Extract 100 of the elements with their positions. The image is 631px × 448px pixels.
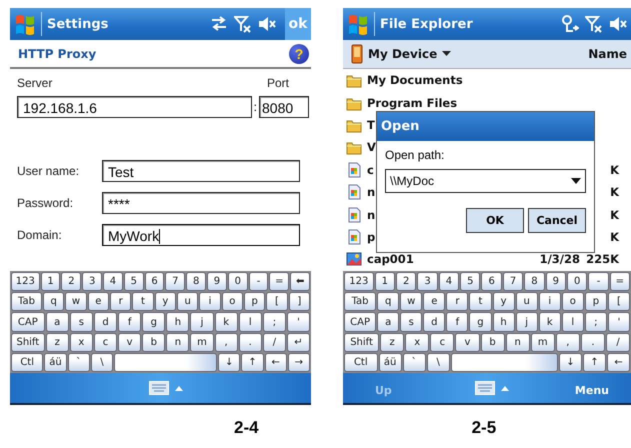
keyboard-key[interactable]: ;: [262, 312, 286, 332]
keyboard-key[interactable]: `: [68, 352, 90, 372]
keyboard-key[interactable]: q: [377, 292, 400, 312]
keyboard-key[interactable]: áü: [378, 352, 402, 372]
keyboard-key[interactable]: x: [405, 332, 430, 352]
caret-up-icon[interactable]: [174, 384, 182, 392]
keyboard-key[interactable]: a: [377, 312, 400, 332]
keyboard-icon[interactable]: [475, 381, 495, 395]
keyboard-key[interactable]: o: [562, 292, 584, 312]
keyboard-key[interactable]: g: [469, 312, 492, 332]
location-dropdown[interactable]: My Device: [368, 47, 438, 61]
keyboard-key[interactable]: p: [244, 292, 266, 312]
keyboard-key[interactable]: -: [588, 272, 609, 292]
no-signal-icon[interactable]: [585, 15, 603, 33]
keyboard-key[interactable]: Shift: [11, 332, 45, 352]
port-field[interactable]: 8080: [259, 96, 309, 118]
keyboard-key[interactable]: f: [446, 312, 468, 332]
keyboard-key[interactable]: 9: [207, 272, 227, 292]
file-name[interactable]: Program Files: [367, 96, 631, 110]
keyboard-key[interactable]: Ctl: [11, 352, 44, 372]
muted-speaker-icon[interactable]: [609, 15, 627, 33]
keyboard-key[interactable]: d: [423, 312, 446, 332]
keyboard-key[interactable]: 5: [124, 272, 144, 292]
keyboard-key[interactable]: c: [430, 332, 454, 352]
keyboard-key[interactable]: s: [70, 312, 93, 332]
keyboard-key[interactable]: ': [286, 312, 310, 332]
keyboard-key[interactable]: v: [455, 332, 480, 352]
keyboard-key[interactable]: ': [608, 312, 630, 332]
keyboard-key[interactable]: ↑: [582, 352, 606, 372]
keyboard-key[interactable]: u: [176, 292, 198, 312]
keyboard-key[interactable]: 5: [460, 272, 480, 292]
keyboard-key[interactable]: ↑: [241, 352, 264, 372]
keyboard-key[interactable]: 4: [103, 272, 123, 292]
keyboard-key[interactable]: ;: [584, 312, 607, 332]
help-button[interactable]: ?: [289, 44, 309, 64]
keyboard-key[interactable]: 0: [228, 272, 248, 292]
keyboard-key[interactable]: 1: [374, 272, 395, 292]
keyboard-key[interactable]: /: [262, 332, 286, 352]
keyboard-key[interactable]: ,: [214, 332, 238, 352]
keyboard-key[interactable]: s: [400, 312, 422, 332]
keyboard-key[interactable]: j: [516, 312, 538, 332]
keyboard-key[interactable]: g: [142, 312, 166, 332]
keyboard-key[interactable]: -: [248, 272, 268, 292]
keyboard-key[interactable]: v: [118, 332, 142, 352]
keyboard-key[interactable]: p: [584, 292, 607, 312]
keyboard-key[interactable]: u: [516, 292, 538, 312]
keyboard-key[interactable]: m: [530, 332, 555, 352]
keyboard-key[interactable]: j: [190, 312, 214, 332]
input-field[interactable]: MyWork: [102, 224, 300, 246]
keyboard-key[interactable]: .: [580, 332, 605, 352]
keyboard-key[interactable]: Ctl: [344, 352, 378, 372]
keyboard-key[interactable]: CAP: [11, 312, 45, 332]
dropdown-caret-icon[interactable]: [442, 51, 452, 57]
windows-logo-icon[interactable]: [14, 12, 36, 36]
dropdown-caret-icon[interactable]: [571, 178, 581, 184]
keyboard-key[interactable]: 123: [11, 272, 40, 292]
keyboard-key[interactable]: `: [402, 352, 426, 372]
keyboard-key[interactable]: k: [214, 312, 238, 332]
keyboard-key[interactable]: w: [400, 292, 422, 312]
keyboard-key[interactable]: y: [492, 292, 515, 312]
keyboard-key[interactable]: 4: [438, 272, 460, 292]
no-signal-icon[interactable]: [234, 15, 252, 33]
input-field[interactable]: ****: [102, 192, 300, 214]
keyboard-key[interactable]: h: [492, 312, 515, 332]
keyboard-key[interactable]: 9: [546, 272, 566, 292]
keyboard-key[interactable]: i: [538, 292, 561, 312]
keyboard-key[interactable]: b: [142, 332, 166, 352]
keyboard-key[interactable]: t: [132, 292, 154, 312]
keyboard-key[interactable]: r: [446, 292, 468, 312]
keyboard-key[interactable]: ↓: [218, 352, 240, 372]
softkey[interactable]: Menu: [574, 384, 609, 396]
keyboard-key[interactable]: x: [70, 332, 93, 352]
space-key[interactable]: [450, 352, 558, 372]
keyboard-key[interactable]: 2: [61, 272, 82, 292]
keyboard-key[interactable]: w: [65, 292, 87, 312]
keyboard-key[interactable]: 6: [144, 272, 164, 292]
muted-speaker-icon[interactable]: [258, 15, 276, 33]
keyboard-key[interactable]: i: [199, 292, 221, 312]
keyboard-key[interactable]: ↓: [558, 352, 582, 372]
dialog-button[interactable]: OK: [466, 208, 524, 233]
keyboard-key[interactable]: n: [166, 332, 190, 352]
keyboard-key[interactable]: Tab: [11, 292, 42, 312]
keyboard-key[interactable]: z: [380, 332, 404, 352]
keyboard-key[interactable]: l: [238, 312, 262, 332]
keyboard-key[interactable]: ←: [264, 352, 287, 372]
windows-logo-icon[interactable]: [347, 12, 369, 36]
input-field[interactable]: Test: [102, 160, 300, 182]
keyboard-key[interactable]: 7: [502, 272, 524, 292]
keyboard-key[interactable]: 2: [396, 272, 416, 292]
keyboard-key[interactable]: 0: [566, 272, 588, 292]
keyboard-key[interactable]: →: [288, 352, 310, 372]
keyboard-key[interactable]: m: [190, 332, 214, 352]
keyboard-key[interactable]: Tab: [344, 292, 376, 312]
keyboard-key[interactable]: ↵: [286, 332, 310, 352]
keyboard-key[interactable]: CAP: [344, 312, 376, 332]
keyboard-key[interactable]: /: [606, 332, 630, 352]
keyboard-key[interactable]: Shift: [344, 332, 380, 352]
keyboard-key[interactable]: l: [562, 312, 584, 332]
keyboard-key[interactable]: 8: [186, 272, 206, 292]
keyboard-key[interactable]: 6: [481, 272, 502, 292]
